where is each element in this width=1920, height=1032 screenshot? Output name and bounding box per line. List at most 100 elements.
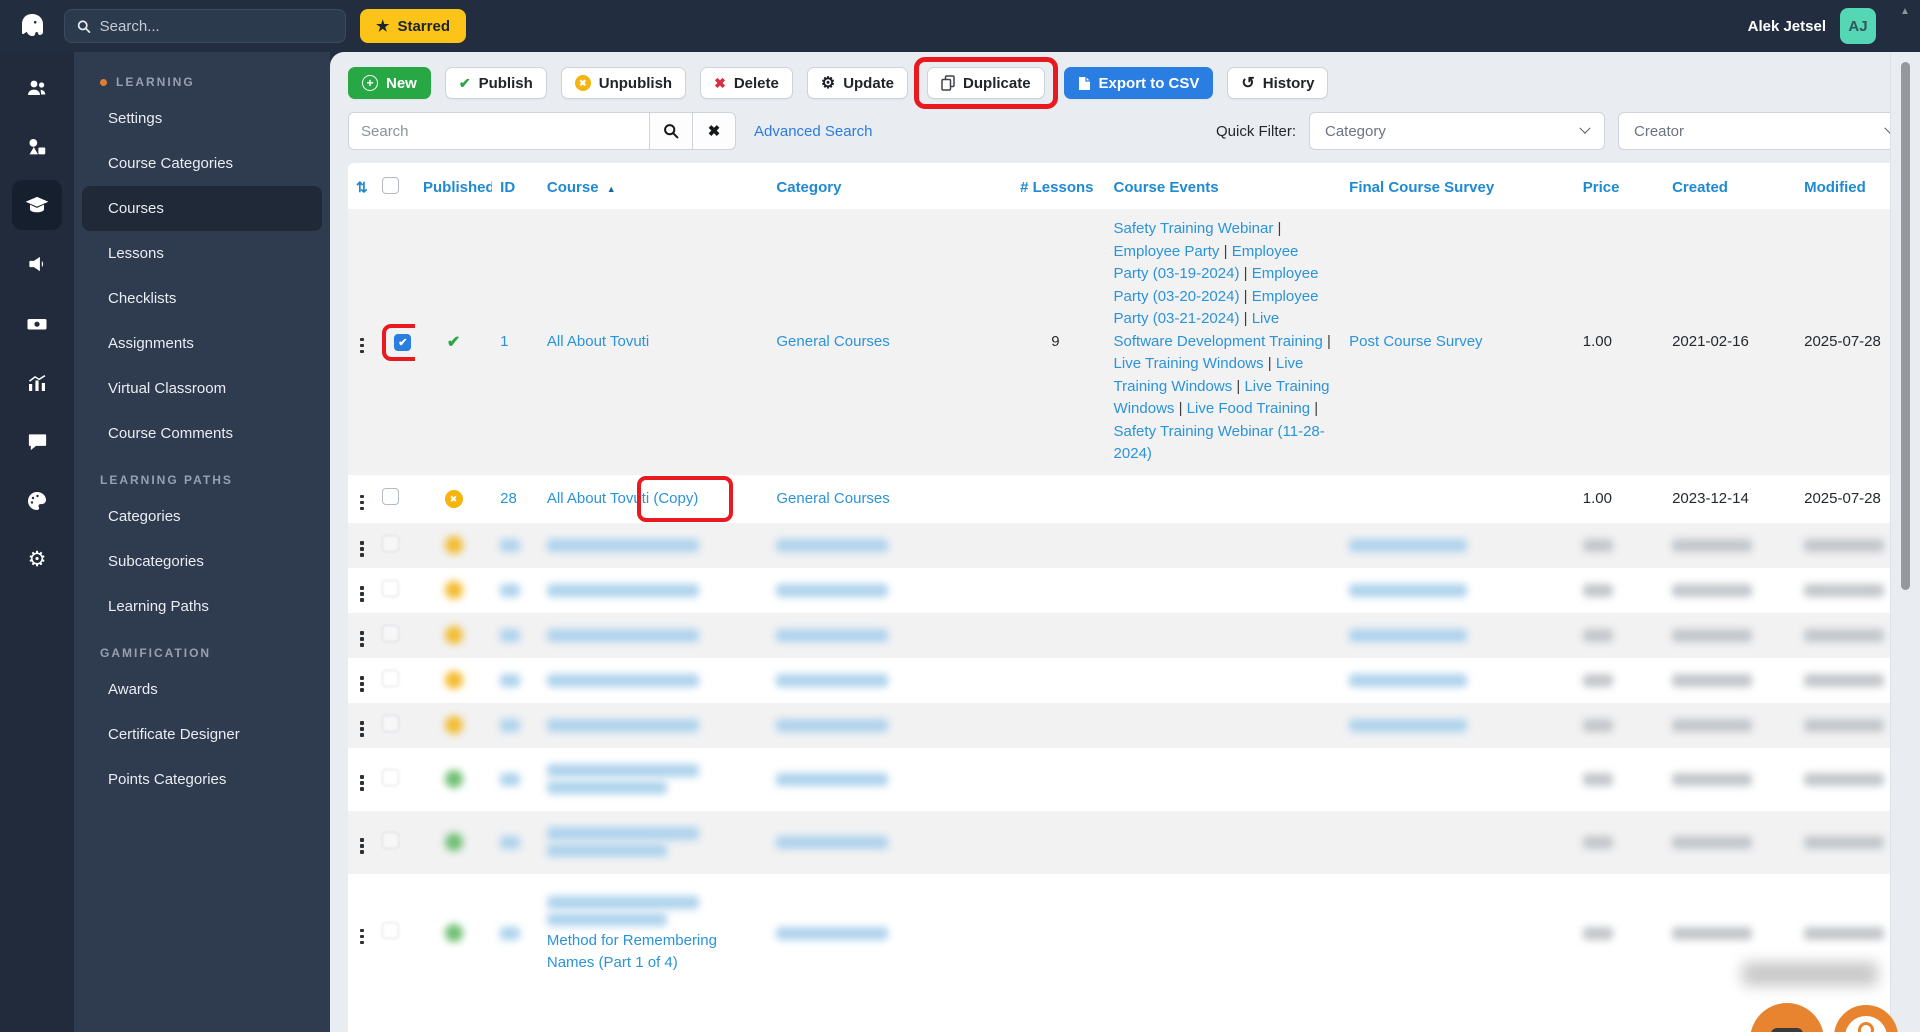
unpublish-button[interactable]: ✖ Unpublish: [560, 67, 687, 99]
table-link[interactable]: All About Tovuti (Copy): [547, 490, 698, 507]
sidebar-item-categories[interactable]: Categories: [82, 494, 322, 539]
update-button[interactable]: ⚙ Update: [806, 67, 909, 99]
column-header[interactable]: Final Course Survey: [1341, 163, 1575, 209]
table-link[interactable]: Live Food Training: [1187, 400, 1310, 417]
row-menu-icon[interactable]: [356, 674, 368, 694]
sidebar-item-course-categories[interactable]: Course Categories: [82, 141, 322, 186]
course-link-tail[interactable]: Names (Part 1 of 4): [547, 952, 761, 974]
row-checkbox[interactable]: [382, 579, 400, 597]
rail-commerce-icon[interactable]: [12, 294, 62, 353]
column-header[interactable]: Price: [1575, 163, 1664, 209]
redacted-text: [500, 719, 521, 733]
global-search[interactable]: [64, 9, 346, 43]
row-menu-icon[interactable]: [356, 336, 368, 356]
sidebar-item-awards[interactable]: Awards: [82, 667, 322, 712]
select-all-checkbox[interactable]: [382, 177, 400, 194]
sidebar-item-assignments[interactable]: Assignments: [82, 321, 322, 366]
row-menu-icon[interactable]: [356, 927, 368, 947]
table-link[interactable]: General Courses: [776, 490, 889, 507]
table-search-input[interactable]: [348, 112, 650, 150]
new-button[interactable]: + New: [348, 67, 431, 99]
rail-marketing-icon[interactable]: [12, 235, 62, 294]
export-csv-button[interactable]: Export to CSV: [1063, 67, 1214, 99]
sidebar-item-points-categories[interactable]: Points Categories: [82, 757, 322, 802]
category-filter-select[interactable]: Category: [1309, 112, 1605, 150]
creator-filter-select[interactable]: Creator: [1618, 112, 1910, 150]
row-menu-icon[interactable]: [356, 539, 368, 559]
rail-content-icon[interactable]: [12, 117, 62, 176]
global-search-input[interactable]: [99, 17, 333, 35]
row-checkbox[interactable]: [382, 831, 400, 849]
sidebar-item-checklists[interactable]: Checklists: [82, 276, 322, 321]
table-search-button[interactable]: [649, 112, 693, 150]
course-link-tail[interactable]: Method for Remembering: [547, 930, 761, 952]
sidebar-item-learning-paths[interactable]: Learning Paths: [82, 584, 322, 629]
row-checkbox[interactable]: ✔: [394, 333, 412, 351]
row-menu-icon[interactable]: [356, 836, 368, 856]
column-header[interactable]: Published: [415, 163, 492, 209]
table-search-clear-button[interactable]: ✖: [692, 112, 736, 150]
redacted-text: [1349, 719, 1468, 733]
rail-settings-gear-icon[interactable]: ⚙: [12, 530, 62, 589]
publish-button[interactable]: ✔ Publish: [444, 67, 547, 99]
row-menu-icon[interactable]: [356, 629, 368, 649]
user-name[interactable]: Alek Jetsel: [1748, 18, 1826, 35]
row-checkbox[interactable]: [382, 922, 400, 939]
redacted-status-icon: [444, 536, 463, 555]
history-button[interactable]: ↺ History: [1227, 67, 1329, 99]
row-checkbox[interactable]: [382, 714, 400, 732]
starred-button[interactable]: ★ Starred: [360, 9, 466, 43]
avatar[interactable]: AJ: [1840, 8, 1876, 44]
duplicate-button[interactable]: Duplicate: [927, 67, 1045, 99]
row-checkbox[interactable]: [382, 669, 400, 687]
redacted-text: [776, 539, 889, 553]
column-header[interactable]: ID: [492, 163, 539, 209]
column-header[interactable]: Course ▲: [539, 163, 769, 209]
redacted-text: [776, 773, 889, 787]
sidebar-item-settings[interactable]: Settings: [82, 96, 322, 141]
column-header[interactable]: # Lessons: [1012, 163, 1105, 209]
row-checkbox[interactable]: [382, 488, 400, 505]
sidebar-item-course-comments[interactable]: Course Comments: [82, 411, 322, 456]
table-link[interactable]: 28: [500, 490, 517, 507]
row-menu-icon[interactable]: [356, 493, 368, 513]
table-link[interactable]: Live Training Windows: [1114, 355, 1264, 372]
rail-users-icon[interactable]: [12, 58, 62, 117]
row-checkbox[interactable]: [382, 534, 400, 552]
scroll-up-arrow-icon[interactable]: ▲: [1900, 6, 1910, 17]
sidebar-item-certificate-designer[interactable]: Certificate Designer: [82, 712, 322, 757]
table-link[interactable]: All About Tovuti: [547, 333, 649, 350]
row-menu-icon[interactable]: [356, 584, 368, 604]
rail-messages-icon[interactable]: [12, 412, 62, 471]
table-link[interactable]: Safety Training Webinar: [1114, 220, 1274, 237]
table-link[interactable]: Employee Party: [1114, 243, 1220, 260]
advanced-search-link[interactable]: Advanced Search: [754, 123, 872, 140]
sidebar-item-courses[interactable]: Courses: [82, 186, 322, 231]
scrollbar[interactable]: ▲: [1890, 0, 1920, 1032]
row-menu-icon[interactable]: [356, 719, 368, 739]
column-header[interactable]: Category: [768, 163, 1012, 209]
sidebar-item-virtual-classroom[interactable]: Virtual Classroom: [82, 366, 322, 411]
scrollbar-thumb[interactable]: [1901, 62, 1910, 590]
rail-learning-icon[interactable]: [12, 180, 62, 230]
table-link[interactable]: General Courses: [776, 333, 889, 350]
row-checkbox[interactable]: [382, 624, 400, 642]
sidebar-item-lessons[interactable]: Lessons: [82, 231, 322, 276]
table-link[interactable]: Safety Training Webinar (11-28-2024): [1114, 423, 1325, 463]
search-icon: [664, 124, 679, 139]
column-header[interactable]: Course Events: [1106, 163, 1342, 209]
tovuti-logo-icon[interactable]: [14, 8, 50, 44]
rail-appearance-icon[interactable]: [12, 471, 62, 530]
redacted-text: [776, 926, 889, 940]
table-link[interactable]: Post Course Survey: [1349, 333, 1482, 350]
row-checkbox[interactable]: [382, 768, 400, 786]
row-menu-icon[interactable]: [356, 773, 368, 793]
redacted-text: [1804, 539, 1885, 553]
sort-icon[interactable]: ⇅: [356, 179, 368, 195]
sidebar-item-subcategories[interactable]: Subcategories: [82, 539, 322, 584]
table-link[interactable]: 1: [500, 333, 508, 350]
column-header[interactable]: Created: [1664, 163, 1796, 209]
rail-reports-icon[interactable]: [12, 353, 62, 412]
redacted-text: [1582, 773, 1613, 787]
delete-button[interactable]: ✖ Delete: [700, 67, 793, 99]
